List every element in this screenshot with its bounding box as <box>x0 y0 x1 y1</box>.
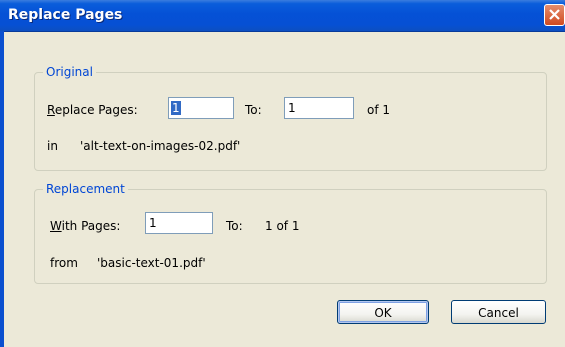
replace-to-page-input[interactable]: 1 <box>284 97 354 119</box>
title-bar[interactable]: Replace Pages <box>0 0 565 32</box>
close-button[interactable] <box>544 4 565 26</box>
original-group: Original Replace Pages: 1 To: 1 of 1 in … <box>34 65 547 171</box>
replace-from-page-value: 1 <box>171 101 181 115</box>
replace-pages-dialog: Replace Pages Original Replace Pages: 1 … <box>0 0 565 347</box>
from-label: from <box>50 256 78 270</box>
in-label: in <box>47 139 58 153</box>
replace-pages-label: Replace Pages: <box>47 103 138 117</box>
original-file-name: 'alt-text-on-images-02.pdf' <box>80 139 241 153</box>
dialog-title: Replace Pages <box>8 7 123 23</box>
replace-from-page-input[interactable]: 1 <box>168 97 234 119</box>
window-frame-left <box>0 31 4 347</box>
original-page-count: of 1 <box>367 103 391 117</box>
replacement-group: Replacement With Pages: 1 To: 1 of 1 fro… <box>34 182 547 284</box>
replacement-to-label: To: <box>226 219 243 233</box>
original-legend: Original <box>43 65 96 79</box>
ok-button[interactable]: OK <box>337 300 429 324</box>
original-to-label: To: <box>245 103 262 117</box>
replacement-to-value: 1 of 1 <box>265 219 300 233</box>
cancel-button[interactable]: Cancel <box>451 300 546 324</box>
with-pages-label: With Pages: <box>50 219 121 233</box>
replacement-legend: Replacement <box>43 182 128 196</box>
with-from-page-input[interactable]: 1 <box>145 212 213 234</box>
replacement-file-name: 'basic-text-01.pdf' <box>97 256 206 270</box>
close-icon <box>549 9 560 20</box>
